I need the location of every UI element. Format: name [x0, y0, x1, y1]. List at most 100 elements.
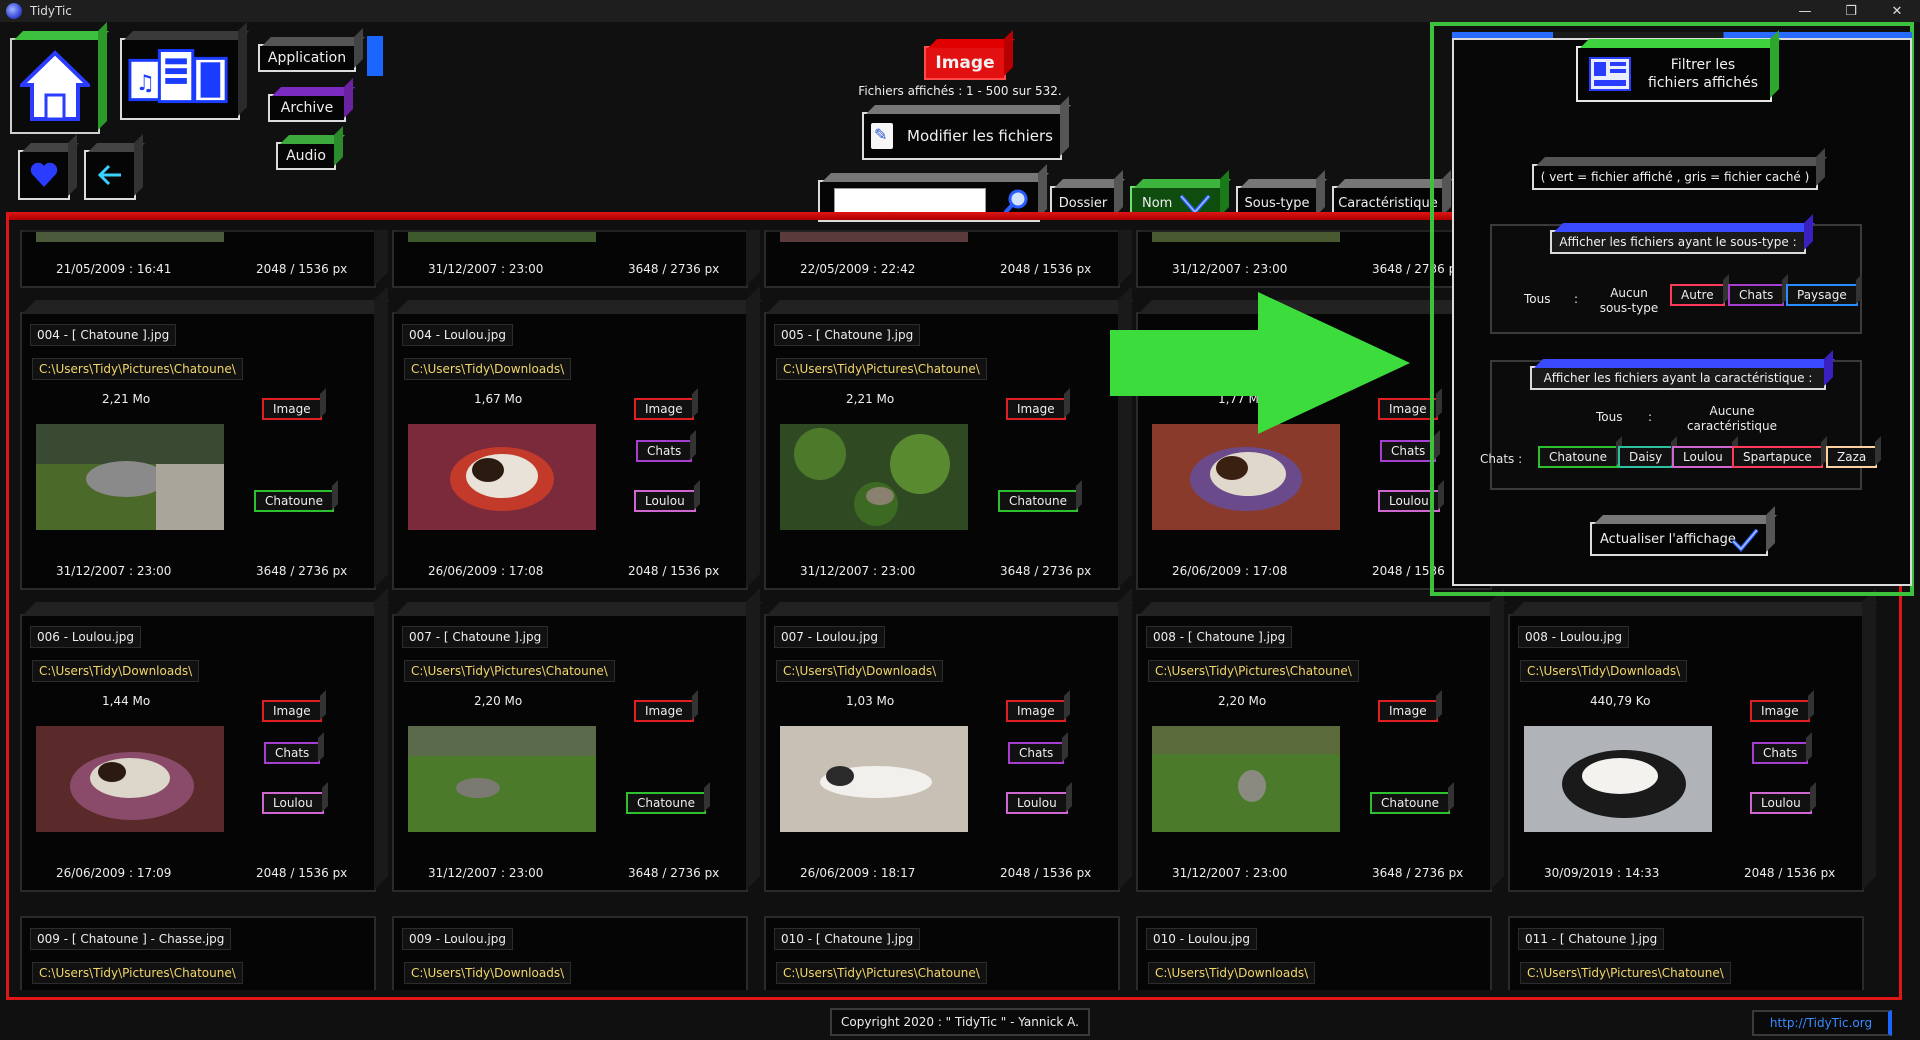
tag-type[interactable]: Image	[1378, 700, 1438, 722]
tag-subtype[interactable]: Chats	[1008, 742, 1065, 764]
file-path: C:\Users\Tidy\Downloads\	[1520, 660, 1688, 682]
subtype-none-line2: sous-type	[1599, 301, 1659, 315]
characteristic-option-daisy[interactable]: Daisy	[1618, 446, 1674, 468]
tag-subtype[interactable]: Chats	[264, 742, 321, 764]
svg-text:♫: ♫	[136, 71, 155, 96]
subtype-option-paysage[interactable]: Paysage	[1786, 284, 1858, 306]
file-card[interactable]: 009 - Loulou.jpg C:\Users\Tidy\Downloads…	[392, 916, 748, 990]
category-audio-button[interactable]: Audio	[276, 142, 336, 170]
modify-files-button[interactable]: Modifier les fichiers	[862, 112, 1062, 160]
tag-subtype[interactable]: Chats	[636, 440, 693, 462]
file-card[interactable]: 006 - Loulou.jpg C:\Users\Tidy\Downloads…	[20, 614, 376, 892]
file-card[interactable]: 011 - [ Chatoune ].jpg C:\Users\Tidy\Pic…	[1508, 916, 1864, 990]
file-thumbnail	[1152, 726, 1340, 832]
tag-type[interactable]: Image	[1006, 700, 1066, 722]
tag-type[interactable]: Image	[634, 700, 694, 722]
file-size: 1,03 Mo	[846, 694, 895, 708]
file-path: C:\Users\Tidy\Pictures\Chatoune\	[776, 358, 987, 380]
files-shown-count: Fichiers affichés : 1 - 500 sur 532.	[858, 84, 1062, 98]
tag-characteristic[interactable]: Chatoune	[626, 792, 706, 814]
file-path: C:\Users\Tidy\Pictures\Chatoune\	[32, 962, 243, 984]
restore-button[interactable]: ❐	[1828, 0, 1874, 22]
edit-document-icon	[871, 123, 893, 149]
copyright-notice: Copyright 2020 : " TidyTic " - Yannick A…	[830, 1008, 1090, 1036]
file-dimensions: 2048 / 1536 px	[256, 262, 348, 276]
file-size: 1,67 Mo	[474, 392, 523, 406]
file-card[interactable]: 008 - [ Chatoune ].jpg C:\Users\Tidy\Pic…	[1136, 614, 1492, 892]
file-date: 31/12/2007 : 23:00	[1172, 262, 1288, 276]
file-thumbnail	[36, 232, 224, 242]
subtype-all-option[interactable]: Tous	[1524, 292, 1551, 306]
file-date: 21/05/2009 : 16:41	[56, 262, 172, 276]
filter-files-button[interactable]: Filtrer les fichiers affichés	[1576, 46, 1772, 102]
subtype-none-option[interactable]: Aucun sous-type	[1594, 286, 1664, 316]
file-card[interactable]: 010 - [ Chatoune ].jpg C:\Users\Tidy\Pic…	[764, 916, 1120, 990]
tag-type[interactable]: Image	[1006, 398, 1066, 420]
tag-type[interactable]: Image	[1750, 700, 1810, 722]
file-card[interactable]: 007 - Loulou.jpg C:\Users\Tidy\Downloads…	[764, 614, 1120, 892]
refresh-display-button[interactable]: Actualiser l'affichage	[1590, 522, 1768, 556]
characteristic-all-option[interactable]: Tous	[1596, 410, 1623, 424]
subtype-option-chats[interactable]: Chats	[1728, 284, 1785, 306]
close-button[interactable]: ✕	[1874, 0, 1920, 22]
file-card[interactable]: 004 - [ Chatoune ].jpg C:\Users\Tidy\Pic…	[20, 312, 376, 590]
website-link[interactable]: http://TidyTic.org	[1752, 1010, 1892, 1036]
tag-characteristic[interactable]: Loulou	[262, 792, 324, 814]
tag-characteristic[interactable]: Chatoune	[1370, 792, 1450, 814]
file-thumbnail	[1524, 726, 1712, 832]
tag-type[interactable]: Image	[262, 700, 322, 722]
tag-subtype[interactable]: Chats	[1752, 742, 1809, 764]
tag-type[interactable]: Image	[634, 398, 694, 420]
characteristic-none-option[interactable]: Aucune caractéristique	[1670, 404, 1794, 434]
file-name: 007 - [ Chatoune ].jpg	[402, 626, 549, 648]
filter-files-label: Filtrer les fichiers affichés	[1648, 56, 1758, 92]
characteristic-option-loulou[interactable]: Loulou	[1672, 446, 1734, 468]
file-card[interactable]: 005 - [ Chatoune ].jpg C:\Users\Tidy\Pic…	[764, 312, 1120, 590]
file-date: 22/05/2009 : 22:42	[800, 262, 916, 276]
file-card[interactable]: 008 - Loulou.jpg C:\Users\Tidy\Downloads…	[1508, 614, 1864, 892]
home-button[interactable]	[10, 38, 100, 134]
file-card[interactable]: 21/05/2009 : 16:41 2048 / 1536 px	[20, 230, 376, 288]
tag-characteristic[interactable]: Chatoune	[998, 490, 1078, 512]
tag-type[interactable]: Image	[262, 398, 322, 420]
tag-characteristic[interactable]: Loulou	[634, 490, 696, 512]
file-card[interactable]: 31/12/2007 : 23:00 3648 / 2736 px	[392, 230, 748, 288]
favorites-button[interactable]	[18, 150, 70, 200]
file-date: 26/06/2009 : 17:08	[428, 564, 544, 578]
characteristic-option-zaza[interactable]: Zaza	[1826, 446, 1878, 468]
tag-characteristic[interactable]: Loulou	[1750, 792, 1812, 814]
file-date: 31/12/2007 : 23:00	[1172, 866, 1288, 880]
category-application-button[interactable]: Application	[258, 44, 356, 72]
characteristic-none-line1: Aucune	[1709, 404, 1755, 418]
subtype-separator: :	[1574, 292, 1579, 306]
window-title: TidyTic	[30, 4, 72, 18]
file-card[interactable]: 009 - [ Chatoune ] - Chasse.jpg C:\Users…	[20, 916, 376, 990]
file-date: 31/12/2007 : 23:00	[56, 564, 172, 578]
subtype-option-autre[interactable]: Autre	[1670, 284, 1725, 306]
file-dimensions: 2048 / 1536 px	[1744, 866, 1836, 880]
category-archive-button[interactable]: Archive	[268, 94, 346, 122]
tag-subtype[interactable]: Chats	[1380, 440, 1437, 462]
filter-files-label-line2: fichiers affichés	[1648, 75, 1758, 91]
tag-characteristic[interactable]: Chatoune	[254, 490, 334, 512]
current-type-button[interactable]: Image	[924, 46, 1006, 80]
file-card[interactable]: 010 - Loulou.jpg C:\Users\Tidy\Downloads…	[1136, 916, 1492, 990]
file-dimensions: 3648 / 2736 px	[628, 262, 720, 276]
back-button[interactable]	[84, 150, 136, 200]
file-card[interactable]: 007 - [ Chatoune ].jpg C:\Users\Tidy\Pic…	[392, 614, 748, 892]
file-card[interactable]: 22/05/2009 : 22:42 2048 / 1536 px	[764, 230, 1120, 288]
tag-characteristic[interactable]: Loulou	[1006, 792, 1068, 814]
file-card[interactable]: 004 - Loulou.jpg C:\Users\Tidy\Downloads…	[392, 312, 748, 590]
file-thumbnail	[780, 726, 968, 832]
file-dimensions: 3648 / 2736 px	[1000, 564, 1092, 578]
characteristic-option-chatoune[interactable]: Chatoune	[1538, 446, 1618, 468]
file-size: 440,79 Ko	[1590, 694, 1651, 708]
sort-nom-label: Nom	[1142, 195, 1173, 211]
minimize-button[interactable]: —	[1782, 0, 1828, 22]
file-name: 008 - [ Chatoune ].jpg	[1146, 626, 1293, 648]
media-library-button[interactable]: ♫	[120, 38, 240, 120]
refresh-display-label: Actualiser l'affichage	[1600, 531, 1736, 547]
file-path: C:\Users\Tidy\Pictures\Chatoune\	[1148, 660, 1359, 682]
characteristic-option-spartapuce[interactable]: Spartapuce	[1732, 446, 1823, 468]
search-input[interactable]	[834, 188, 986, 214]
